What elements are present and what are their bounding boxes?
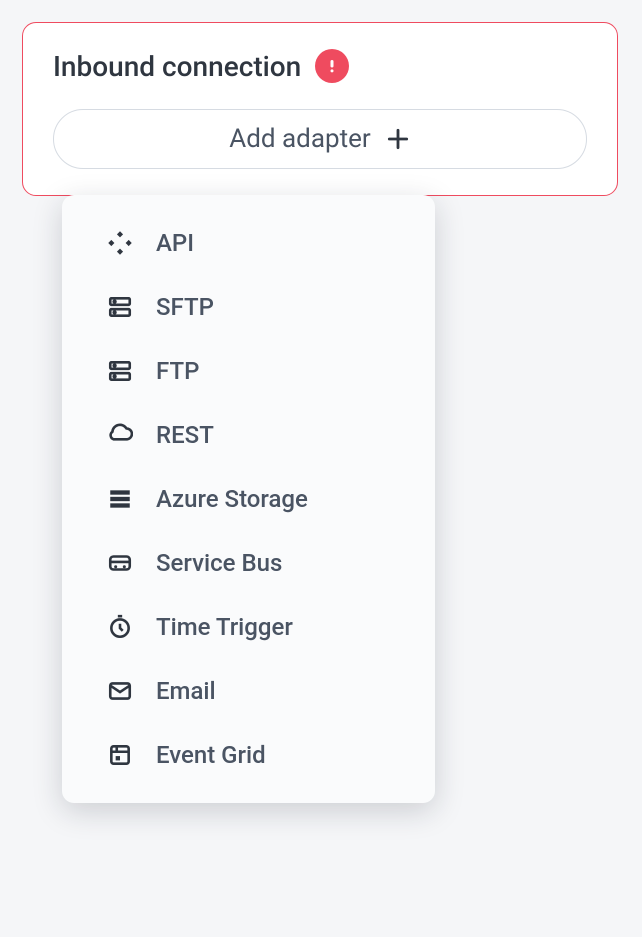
servicebus-icon xyxy=(106,549,134,577)
add-adapter-label: Add adapter xyxy=(229,124,370,154)
sftp-icon xyxy=(106,293,134,321)
menu-item-label: API xyxy=(156,229,194,257)
menu-item-time-trigger[interactable]: Time Trigger xyxy=(62,595,435,659)
menu-item-rest[interactable]: REST xyxy=(62,403,435,467)
menu-item-api[interactable]: API xyxy=(62,211,435,275)
inbound-connection-card: Inbound connection Add adapter xyxy=(22,22,618,196)
eventgrid-icon xyxy=(106,741,134,769)
warning-icon xyxy=(315,49,349,83)
menu-item-ftp[interactable]: FTP xyxy=(62,339,435,403)
menu-item-label: Event Grid xyxy=(156,741,266,769)
menu-item-email[interactable]: Email xyxy=(62,659,435,723)
menu-item-sftp[interactable]: SFTP xyxy=(62,275,435,339)
card-header: Inbound connection xyxy=(53,49,587,83)
add-adapter-button[interactable]: Add adapter xyxy=(53,109,587,169)
card-title: Inbound connection xyxy=(53,50,301,83)
menu-item-event-grid[interactable]: Event Grid xyxy=(62,723,435,787)
menu-item-label: Azure Storage xyxy=(156,485,308,513)
menu-item-label: SFTP xyxy=(156,293,214,321)
api-icon xyxy=(106,229,134,257)
menu-item-azure-storage[interactable]: Azure Storage xyxy=(62,467,435,531)
menu-item-label: Email xyxy=(156,677,216,705)
menu-item-label: Time Trigger xyxy=(156,613,293,641)
menu-item-label: REST xyxy=(156,421,214,449)
menu-item-label: FTP xyxy=(156,357,199,385)
email-icon xyxy=(106,677,134,705)
adapter-dropdown: API SFTP FTP REST Azure Storage Service … xyxy=(62,195,435,803)
ftp-icon xyxy=(106,357,134,385)
storage-icon xyxy=(106,485,134,513)
timetrigger-icon xyxy=(106,613,134,641)
plus-icon xyxy=(385,126,411,152)
menu-item-label: Service Bus xyxy=(156,549,282,577)
rest-icon xyxy=(106,421,134,449)
menu-item-service-bus[interactable]: Service Bus xyxy=(62,531,435,595)
